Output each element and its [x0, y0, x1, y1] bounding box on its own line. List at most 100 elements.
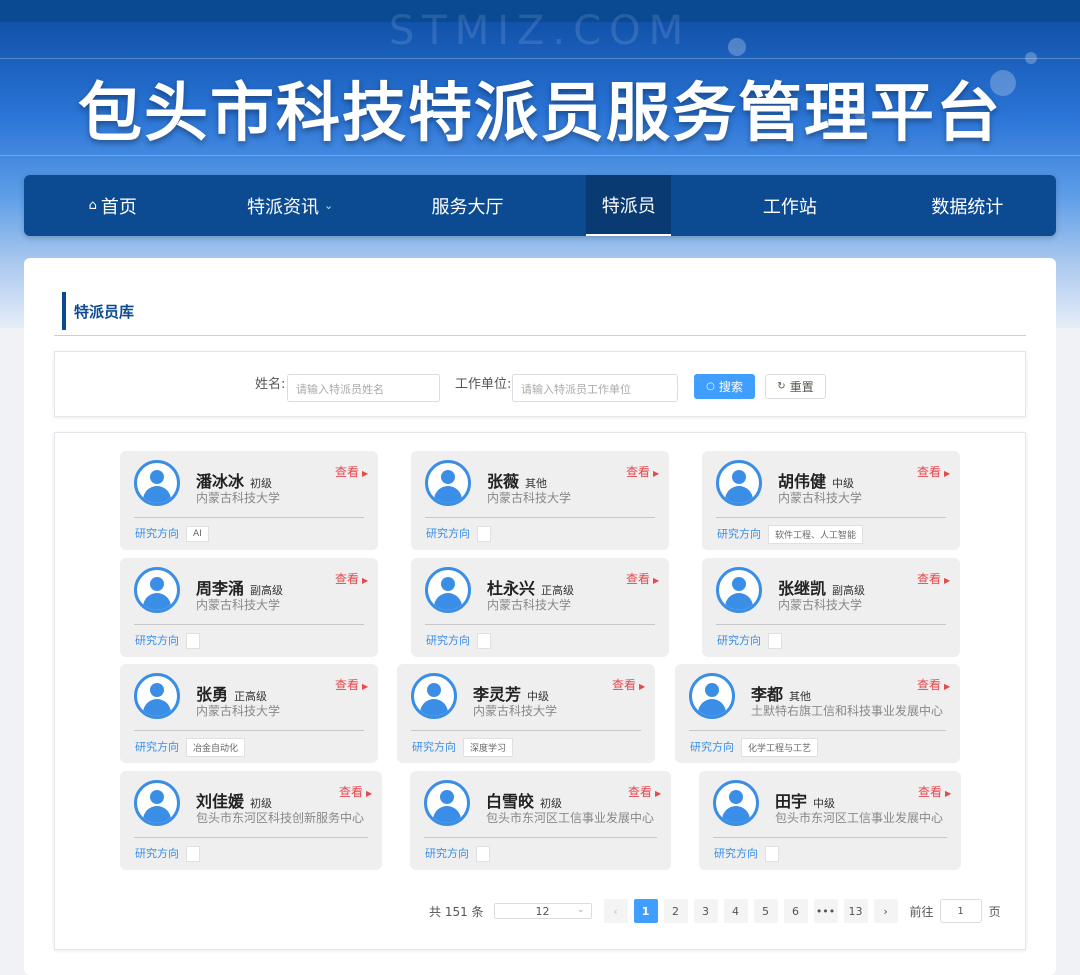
page-unit-label: 页 [988, 904, 1001, 919]
research-direction: 研究方向 冶金自动化 [135, 738, 246, 757]
page-number-button[interactable]: 1 [633, 899, 658, 923]
research-direction-label: 研究方向 [412, 740, 456, 754]
card-divider [713, 837, 947, 838]
nav-stats-label: 数据统计 [931, 196, 1004, 218]
nav-stats[interactable]: 数据统计 [879, 175, 1056, 236]
nav-hall[interactable]: 服务大厅 [379, 175, 556, 236]
chevron-down-icon: ⌄ [577, 905, 585, 915]
page-number-button[interactable]: 2 [663, 899, 688, 923]
avatar-icon [716, 460, 762, 506]
research-tag [186, 633, 200, 649]
view-link[interactable]: 查看 ▶ [917, 676, 950, 693]
research-tag [476, 846, 490, 862]
caret-right-icon: ▶ [944, 682, 951, 691]
org-input[interactable]: 请输入特派员工作单位 [512, 374, 678, 402]
nav-news[interactable]: 特派资讯 ⌄ [201, 175, 378, 236]
card-divider [134, 837, 368, 838]
nav-station[interactable]: 工作站 [701, 175, 878, 236]
commissioner-card[interactable]: 张薇 其他 内蒙古科技大学 查看 ▶ 研究方向 [411, 451, 669, 550]
commissioner-card[interactable]: 张勇 正高级 内蒙古科技大学 查看 ▶ 研究方向 冶金自动化 [120, 664, 378, 763]
commissioner-card[interactable]: 白雪皎 初级 包头市东河区工信事业发展中心 查看 ▶ 研究方向 [410, 771, 671, 870]
research-tag: 冶金自动化 [186, 738, 246, 757]
view-link[interactable]: 查看 ▶ [335, 676, 368, 693]
card-divider [134, 517, 364, 518]
goto-page-input[interactable]: 1 [939, 899, 982, 923]
commissioner-org: 包头市东河区科技创新服务中心 [196, 811, 365, 825]
page-number-button[interactable]: 6 [783, 899, 808, 923]
view-link[interactable]: 查看 ▶ [626, 570, 659, 587]
page-number-button[interactable]: 13 [843, 899, 868, 923]
commissioner-card[interactable]: 张继凯 副高级 内蒙古科技大学 查看 ▶ 研究方向 [702, 558, 960, 657]
commissioner-card[interactable]: 潘冰冰 初级 内蒙古科技大学 查看 ▶ 研究方向 AI [120, 451, 378, 550]
view-link[interactable]: 查看 ▶ [339, 783, 372, 800]
next-page-button[interactable]: › [873, 899, 898, 923]
commissioner-card[interactable]: 李灵芳 中级 内蒙古科技大学 查看 ▶ 研究方向 深度学习 [397, 664, 655, 763]
view-link[interactable]: 查看 ▶ [612, 676, 645, 693]
nav-home[interactable]: ⌂ 首页 [24, 175, 201, 236]
view-link[interactable]: 查看 ▶ [628, 783, 661, 800]
commissioner-org: 内蒙古科技大学 [196, 704, 281, 718]
section-header: 特派员库 [54, 292, 1026, 336]
view-link[interactable]: 查看 ▶ [335, 570, 368, 587]
research-direction: 研究方向 [135, 845, 200, 862]
avatar-icon [716, 567, 762, 613]
nav-commissioner[interactable]: 特派员 [586, 175, 672, 236]
search-button[interactable]: ○ 搜索 [694, 374, 755, 399]
decor-line [0, 155, 1080, 156]
research-tag: 化学工程与工艺 [741, 738, 819, 757]
research-direction-label: 研究方向 [135, 740, 179, 754]
commissioner-list: 潘冰冰 初级 内蒙古科技大学 查看 ▶ 研究方向 AI 张薇 其他 内蒙古科技大学 查看… [54, 432, 1026, 950]
name-input[interactable]: 请输入特派员姓名 [287, 374, 440, 402]
chevron-down-icon: ⌄ [324, 199, 334, 212]
page-number-button[interactable]: 4 [723, 899, 748, 923]
research-tag: AI [186, 526, 209, 542]
view-link[interactable]: 查看 ▶ [917, 463, 950, 480]
research-tag: 深度学习 [463, 738, 514, 757]
decor-line [0, 58, 1080, 59]
name-label: 姓名: [255, 377, 286, 392]
commissioner-card[interactable]: 周李涌 副高级 内蒙古科技大学 查看 ▶ 研究方向 [120, 558, 378, 657]
nav-commissioner-label: 特派员 [601, 195, 656, 217]
research-direction-label: 研究方向 [426, 634, 470, 647]
card-divider [411, 730, 641, 731]
research-tag [186, 846, 200, 862]
more-pages-button[interactable]: ••• [813, 899, 838, 923]
avatar-icon [134, 567, 180, 613]
caret-right-icon: ▶ [945, 789, 952, 798]
nav-station-label: 工作站 [762, 196, 817, 218]
research-direction-label: 研究方向 [690, 740, 734, 754]
commissioner-org: 内蒙古科技大学 [778, 491, 863, 505]
view-link[interactable]: 查看 ▶ [335, 463, 368, 480]
commissioner-card[interactable]: 田宇 中级 包头市东河区工信事业发展中心 查看 ▶ 研究方向 [699, 771, 961, 870]
reset-button[interactable]: ↻ 重置 [765, 374, 826, 399]
commissioner-card[interactable]: 杜永兴 正高级 内蒙古科技大学 查看 ▶ 研究方向 [411, 558, 669, 657]
page-number-button[interactable]: 3 [693, 899, 718, 923]
research-tag: 软件工程、人工智能 [768, 525, 864, 544]
caret-right-icon: ▶ [944, 576, 951, 585]
caret-right-icon: ▶ [362, 682, 369, 691]
section-accent-bar [62, 292, 66, 330]
home-icon: ⌂ [88, 198, 97, 213]
page-number-button[interactable]: 5 [753, 899, 778, 923]
commissioner-org: 内蒙古科技大学 [487, 491, 572, 505]
caret-right-icon: ▶ [362, 469, 369, 478]
avatar-icon [689, 673, 735, 719]
banner-watermark: STMIZ.COM [388, 8, 692, 54]
nav-home-label: 首页 [100, 196, 137, 218]
page-size-value: 12 [535, 904, 550, 918]
avatar-icon [134, 460, 180, 506]
page-size-select[interactable]: 12 ⌄ [493, 903, 592, 919]
view-link[interactable]: 查看 ▶ [918, 783, 951, 800]
commissioner-card[interactable]: 李都 其他 土默特右旗工信和科技事业发展中心 查看 ▶ 研究方向 化学工程与工艺 [675, 664, 960, 763]
view-link[interactable]: 查看 ▶ [626, 463, 659, 480]
view-link[interactable]: 查看 ▶ [917, 570, 950, 587]
card-divider [424, 837, 657, 838]
commissioner-card[interactable]: 刘佳媛 初级 包头市东河区科技创新服务中心 查看 ▶ 研究方向 [120, 771, 382, 870]
research-direction-label: 研究方向 [426, 527, 470, 540]
prev-page-button[interactable]: ‹ [603, 899, 628, 923]
commissioner-card[interactable]: 胡伟健 中级 内蒙古科技大学 查看 ▶ 研究方向 软件工程、人工智能 [702, 451, 960, 550]
card-divider [689, 730, 946, 731]
commissioner-org: 包头市东河区工信事业发展中心 [486, 811, 655, 825]
research-direction-label: 研究方向 [135, 634, 179, 647]
avatar-icon [134, 780, 180, 826]
